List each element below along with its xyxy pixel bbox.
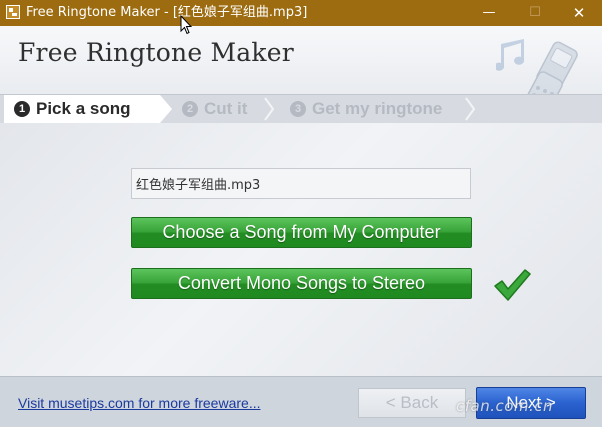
step-label: Cut it	[204, 99, 248, 118]
music-note-icon	[496, 39, 525, 71]
step-cut-it[interactable]: 2 Cut it	[182, 95, 247, 123]
title-bar: Free Ringtone Maker - [红色娘子军组曲.mp3] — ☐ …	[0, 0, 602, 26]
main-panel: Choose a Song from My Computer Convert M…	[0, 123, 602, 376]
step-pick-a-song[interactable]: 1 Pick a song	[4, 95, 172, 123]
ringtone-maker-window: Free Ringtone Maker - [红色娘子军组曲.mp3] — ☐ …	[0, 0, 602, 427]
check-icon	[494, 269, 531, 301]
step-get-my-ringtone[interactable]: 3 Get my ringtone	[290, 95, 442, 123]
song-file-field[interactable]	[131, 168, 471, 199]
wizard-steps: 1 Pick a song 2 Cut it 3 Get my ringtone	[0, 94, 602, 124]
cursor-icon	[180, 15, 192, 35]
convert-stereo-button[interactable]: Convert Mono Songs to Stereo	[131, 268, 472, 299]
step-label: Pick a song	[36, 99, 131, 118]
window-title: Free Ringtone Maker - [红色娘子军组曲.mp3]	[26, 5, 308, 20]
maximize-button[interactable]: ☐	[512, 0, 558, 26]
choose-song-button[interactable]: Choose a Song from My Computer	[131, 217, 472, 248]
visit-musetips-link[interactable]: Visit musetips.com for more freeware...	[18, 395, 260, 411]
close-button[interactable]: ✕	[556, 0, 602, 26]
step-divider	[465, 97, 475, 121]
watermark: cfan.com.cn	[456, 397, 554, 415]
minimize-button[interactable]: —	[466, 0, 512, 26]
app-icon[interactable]	[6, 5, 20, 19]
step-number: 2	[182, 101, 198, 117]
step-number: 3	[290, 101, 306, 117]
header-banner: Free Ringtone Maker	[0, 26, 602, 116]
step-divider	[264, 97, 274, 121]
step-label: Get my ringtone	[312, 99, 443, 118]
app-title: Free Ringtone Maker	[18, 38, 294, 67]
step-number: 1	[14, 101, 30, 117]
back-button[interactable]: < Back	[358, 388, 466, 418]
